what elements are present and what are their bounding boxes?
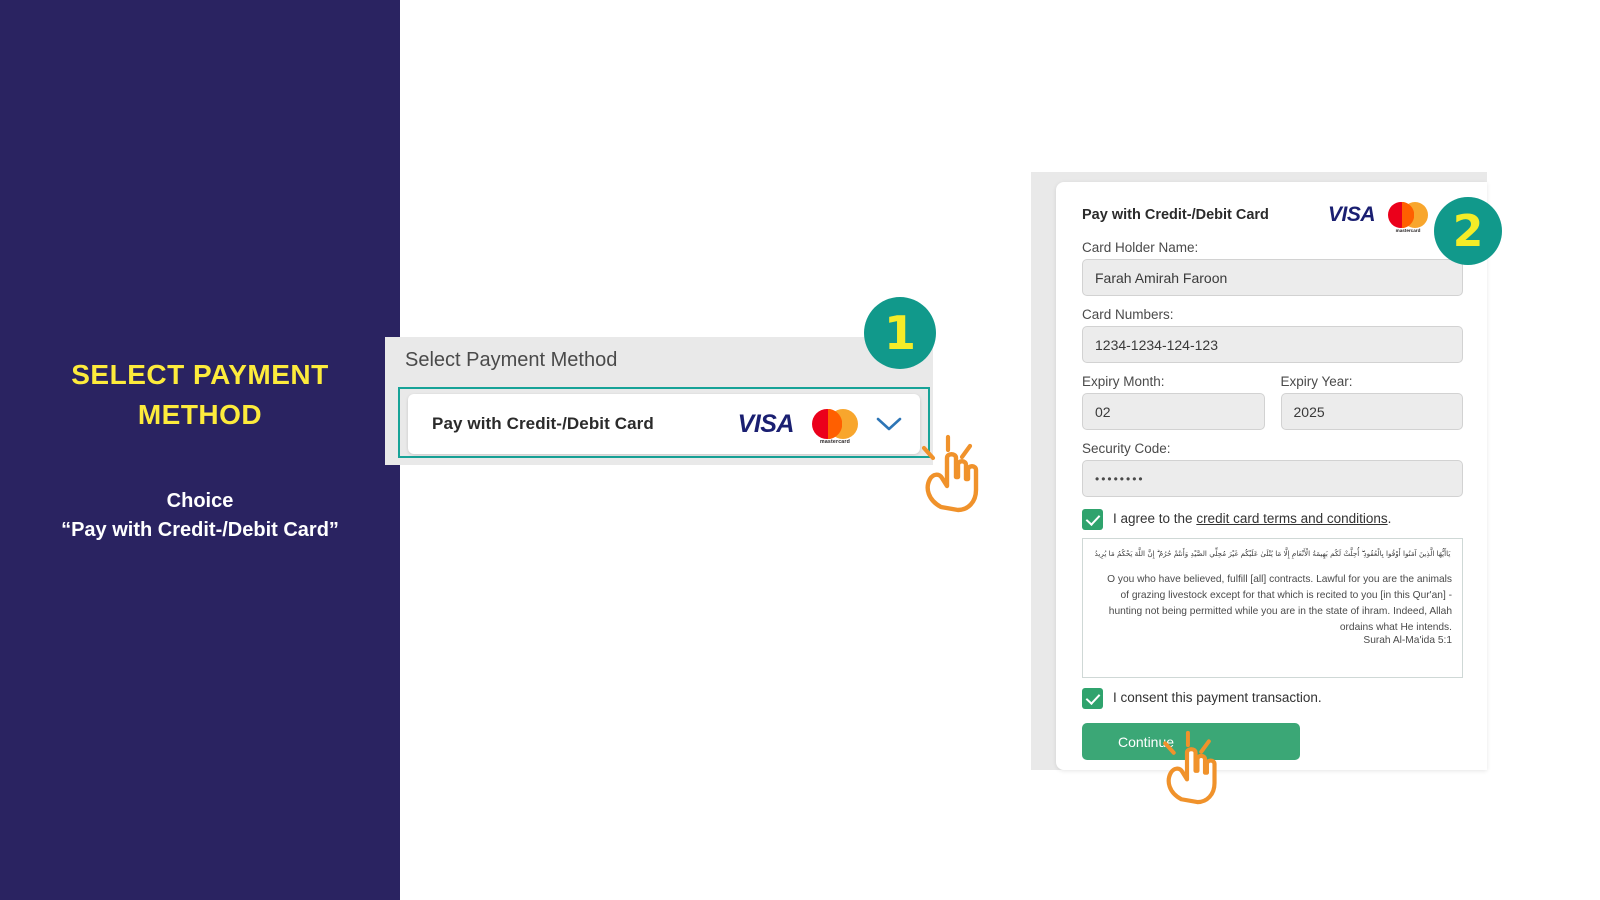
consent-checkbox[interactable] bbox=[1082, 688, 1103, 709]
terms-english-text: O you who have believed, fulfill [all] c… bbox=[1107, 574, 1452, 633]
tap-hand-select-method-icon bbox=[908, 432, 986, 519]
card-holder-name-input[interactable]: Farah Amirah Faroon bbox=[1082, 259, 1463, 296]
sidebar-panel: SELECT PAYMENT METHOD Choice “Pay with C… bbox=[0, 0, 400, 900]
payment-method-logos: VISA mastercard bbox=[737, 409, 902, 445]
mastercard-wordmark: mastercard bbox=[1395, 228, 1421, 233]
terms-agreement-row[interactable]: I agree to the credit card terms and con… bbox=[1082, 508, 1463, 530]
card-payment-form: Pay with Credit-/Debit Card VISA masterc… bbox=[1056, 182, 1487, 770]
card-numbers-label: Card Numbers: bbox=[1082, 307, 1174, 322]
consent-row[interactable]: I consent this payment transaction. bbox=[1082, 687, 1463, 709]
terms-agreement-text: I agree to the credit card terms and con… bbox=[1113, 508, 1391, 529]
card-form-header[interactable]: Pay with Credit-/Debit Card VISA masterc… bbox=[1082, 200, 1463, 233]
sidebar-subtitle-line2: “Pay with Credit-/Debit Card” bbox=[61, 518, 339, 541]
sidebar-title: SELECT PAYMENT METHOD bbox=[71, 359, 329, 430]
expiry-year-group: Expiry Year: 2025 bbox=[1280, 374, 1463, 441]
expiry-row: Expiry Month: 02 Expiry Year: 2025 bbox=[1082, 374, 1463, 441]
visa-logo: VISA bbox=[1327, 203, 1376, 226]
tap-hand-continue-icon bbox=[1150, 728, 1224, 811]
mastercard-logo: mastercard bbox=[812, 409, 858, 445]
expiry-month-label: Expiry Month: bbox=[1082, 374, 1165, 389]
selected-method-highlight: Pay with Credit-/Debit Card VISA masterc… bbox=[398, 387, 930, 458]
security-code-input[interactable]: •••••••• bbox=[1082, 460, 1463, 497]
sidebar-subtitle-line1: Choice bbox=[166, 489, 234, 512]
mastercard-logo: mastercard bbox=[1388, 202, 1428, 233]
mastercard-wordmark: mastercard bbox=[820, 439, 850, 445]
expiry-year-label: Expiry Year: bbox=[1280, 374, 1353, 389]
terms-agreement-text-before: I agree to the bbox=[1113, 511, 1197, 526]
expiry-month-input[interactable]: 02 bbox=[1082, 393, 1265, 430]
chevron-down-icon[interactable] bbox=[876, 416, 902, 432]
terms-source-reference: Surah Al-Ma'ida 5:1 bbox=[1363, 635, 1452, 647]
step-badge-1: 1 bbox=[864, 297, 936, 369]
card-holder-name-label: Card Holder Name: bbox=[1082, 240, 1199, 255]
terms-agreement-text-after: . bbox=[1387, 511, 1392, 526]
consent-text: I consent this payment transaction. bbox=[1113, 690, 1322, 705]
visa-logo: VISA bbox=[737, 409, 795, 438]
terms-and-conditions-link[interactable]: credit card terms and conditions bbox=[1196, 511, 1387, 526]
card-numbers-input[interactable]: 1234-1234-124-123 bbox=[1082, 326, 1463, 363]
sidebar-content: SELECT PAYMENT METHOD Choice “Pay with C… bbox=[0, 355, 400, 545]
screenshot-root: SELECT PAYMENT METHOD Choice “Pay with C… bbox=[0, 0, 1600, 900]
security-code-label: Security Code: bbox=[1082, 441, 1171, 456]
card-form-title: Pay with Credit-/Debit Card bbox=[1082, 207, 1269, 223]
step-badge-2: 2 bbox=[1434, 197, 1502, 265]
sidebar-subtitle: Choice “Pay with Credit-/Debit Card” bbox=[0, 487, 400, 545]
terms-text-box[interactable]: يَاأَيُّهَا الَّذِينَ آمَنُوا أَوْفُوا ب… bbox=[1082, 538, 1463, 678]
payment-method-option-credit-debit-card[interactable]: Pay with Credit-/Debit Card VISA masterc… bbox=[408, 394, 920, 454]
select-payment-method-title: Select Payment Method bbox=[405, 349, 618, 371]
expiry-month-group: Expiry Month: 02 bbox=[1082, 374, 1265, 441]
card-payment-form-panel: Pay with Credit-/Debit Card VISA masterc… bbox=[1031, 172, 1487, 770]
select-payment-method-panel: Select Payment Method Pay with Credit-/D… bbox=[385, 337, 933, 465]
terms-agreement-checkbox[interactable] bbox=[1082, 509, 1103, 530]
expiry-year-input[interactable]: 2025 bbox=[1280, 393, 1463, 430]
payment-method-label: Pay with Credit-/Debit Card bbox=[432, 414, 654, 433]
terms-arabic-text: يَاأَيُّهَا الَّذِينَ آمَنُوا أَوْفُوا ب… bbox=[1094, 549, 1451, 558]
